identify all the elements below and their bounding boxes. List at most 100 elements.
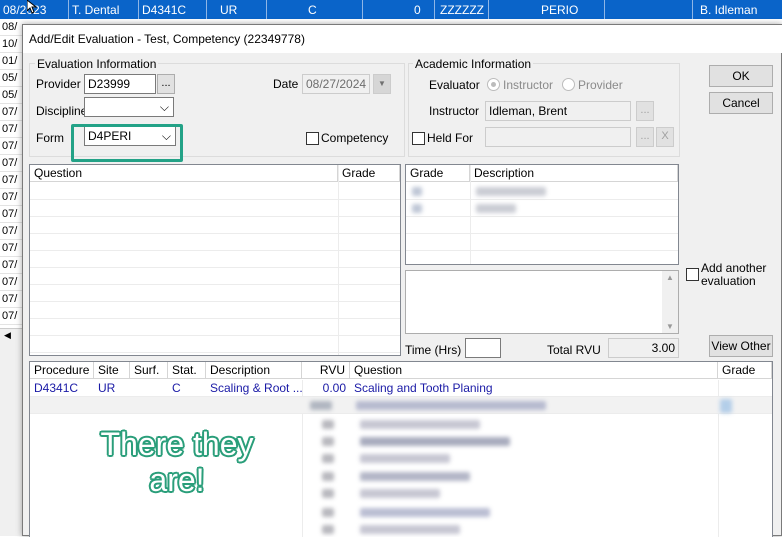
scroll-left-icon[interactable]: ◀ xyxy=(4,330,11,341)
surf-column-header[interactable]: Surf. xyxy=(130,362,168,379)
grade-column-header[interactable]: Grade xyxy=(338,165,400,182)
bg-date-cell: 01/ xyxy=(0,53,24,70)
instructor-label: Instructor xyxy=(429,104,480,118)
table-row[interactable]: D4341C UR C Scaling & Root ... 0.00 Scal… xyxy=(30,380,772,397)
evaluator-provider-radio[interactable] xyxy=(562,78,575,91)
bg-date-cell: 07/ xyxy=(0,291,24,308)
provider-input[interactable]: D23999 xyxy=(84,74,156,94)
radio-instructor-label: Instructor xyxy=(503,78,554,92)
add-another-checkbox[interactable] xyxy=(686,268,699,281)
held-for-input[interactable] xyxy=(485,127,631,147)
row-site: UR xyxy=(98,381,116,395)
bg-code: ZZZZZZ xyxy=(440,3,484,17)
competency-label: Competency xyxy=(321,131,389,145)
redacted-text xyxy=(476,187,546,196)
description-column-header[interactable]: Description xyxy=(206,362,302,379)
grade-description-grid[interactable]: Grade Description xyxy=(405,164,679,265)
date-input[interactable]: 08/27/2024 xyxy=(302,74,370,94)
comments-textarea[interactable]: ▲ ▼ xyxy=(405,270,679,334)
row-question: Scaling and Tooth Planing xyxy=(354,381,493,395)
held-for-browse-button[interactable]: ... xyxy=(636,127,654,147)
redacted-text xyxy=(356,401,546,410)
comments-scrollbar[interactable]: ▲ ▼ xyxy=(662,271,678,333)
provider-browse-button[interactable]: ... xyxy=(157,74,175,94)
scroll-down-icon[interactable]: ▼ xyxy=(666,322,674,331)
bg-date-cell: 07/ xyxy=(0,206,24,223)
bg-discipline: PERIO xyxy=(541,3,579,17)
competency-checkbox[interactable] xyxy=(306,132,319,145)
question-column-header[interactable]: Question xyxy=(350,362,718,379)
discipline-label: Discipline xyxy=(36,104,88,118)
redacted-text xyxy=(412,187,422,196)
redacted-text xyxy=(310,401,332,410)
instructor-input[interactable]: Idleman, Brent xyxy=(485,101,631,121)
row-surf xyxy=(130,380,168,397)
dropdown-arrow-icon: ▼ xyxy=(378,79,386,88)
chevron-down-icon: ⌵ xyxy=(159,100,169,114)
background-scrollbar[interactable]: ◀ xyxy=(0,328,24,344)
bg-date-cell: 07/ xyxy=(0,138,24,155)
row-rvu: 0.00 xyxy=(322,381,346,395)
row-procedure: D4341C xyxy=(34,381,79,395)
held-for-checkbox[interactable] xyxy=(412,132,425,145)
bg-date-cell: 05/ xyxy=(0,70,24,87)
stat-column-header[interactable]: Stat. xyxy=(168,362,206,379)
bg-date-cell: 07/ xyxy=(0,223,24,240)
bg-date-cell: 07/ xyxy=(0,240,24,257)
form-label: Form xyxy=(36,131,64,145)
background-selected-row[interactable]: 08/2023 T. Dental D4341C UR C 0 ZZZZZZ P… xyxy=(0,0,782,19)
background-date-column: 08/10/01/05/05/07/07/07/07/07/07/07/07/0… xyxy=(0,19,24,339)
date-label: Date xyxy=(273,77,299,91)
grade-column-header[interactable]: Grade xyxy=(718,362,772,379)
bg-date-cell: 07/ xyxy=(0,172,24,189)
bg-date-cell: 07/ xyxy=(0,308,24,325)
academic-info-legend: Academic Information xyxy=(413,57,534,71)
procedure-column-header[interactable]: Procedure xyxy=(30,362,94,379)
discipline-select[interactable]: ⌵ xyxy=(84,97,174,117)
instructor-browse-button[interactable]: ... xyxy=(636,101,654,121)
bg-site: UR xyxy=(220,3,238,17)
bg-date-cell: 07/ xyxy=(0,257,24,274)
mouse-cursor-icon xyxy=(27,0,37,14)
site-column-header[interactable]: Site xyxy=(94,362,130,379)
held-for-label: Held For xyxy=(427,131,474,145)
grade-column-header[interactable]: Grade xyxy=(406,165,470,182)
redacted-text xyxy=(322,489,334,498)
bg-date: 08/2023 xyxy=(3,3,47,17)
redacted-text xyxy=(322,420,334,429)
annotation-text: There they are! xyxy=(100,426,254,498)
bg-count: 0 xyxy=(414,3,421,17)
dialog-title: Add/Edit Evaluation - Test, Competency (… xyxy=(23,25,782,53)
bg-date-cell: 05/ xyxy=(0,87,24,104)
redacted-text xyxy=(322,508,334,517)
view-other-button[interactable]: View Other xyxy=(709,335,773,357)
redacted-text xyxy=(360,508,490,517)
radio-provider-label: Provider xyxy=(578,78,623,92)
evaluator-instructor-radio[interactable] xyxy=(487,78,500,91)
bg-provider: T. Dental xyxy=(72,3,120,17)
redacted-text xyxy=(360,437,510,446)
bg-instructor: B. Idleman xyxy=(700,3,758,17)
evaluator-label: Evaluator xyxy=(429,78,480,92)
redacted-text xyxy=(360,472,470,481)
rvu-column-header[interactable]: RVU xyxy=(302,362,350,379)
date-dropdown-button[interactable]: ▼ xyxy=(373,74,391,94)
redacted-text xyxy=(322,454,334,463)
question-column-header[interactable]: Question xyxy=(30,165,338,182)
time-input[interactable] xyxy=(465,338,501,358)
cancel-button[interactable]: Cancel xyxy=(709,92,773,114)
add-another-label: Add another evaluation xyxy=(701,261,767,288)
row-grade xyxy=(718,380,772,397)
description-column-header[interactable]: Description xyxy=(470,165,678,182)
scroll-up-icon[interactable]: ▲ xyxy=(666,273,674,282)
bg-date-cell: 07/ xyxy=(0,121,24,138)
bg-date-cell: 07/ xyxy=(0,104,24,121)
total-rvu-label: Total RVU xyxy=(547,343,601,357)
redacted-text xyxy=(360,420,480,429)
question-grid[interactable]: Question Grade xyxy=(29,164,401,356)
ok-button[interactable]: OK xyxy=(709,65,773,87)
bg-status: C xyxy=(308,3,317,17)
redacted-text xyxy=(360,454,450,463)
redacted-text xyxy=(412,204,422,213)
held-for-clear-button[interactable]: X xyxy=(656,127,674,147)
